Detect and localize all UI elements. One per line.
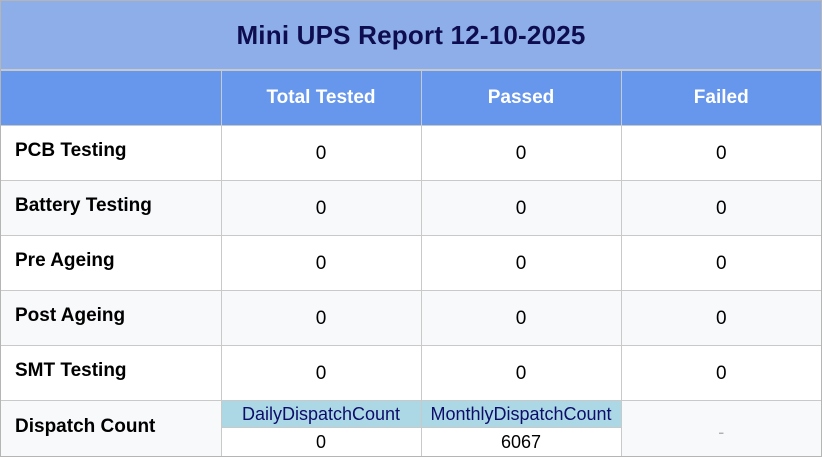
- total-tested-value: 0: [220, 345, 422, 401]
- passed-value: 0: [420, 235, 622, 291]
- total-tested-value: 0: [220, 125, 422, 181]
- total-tested-value: 0: [220, 180, 422, 236]
- daily-dispatch-cell: DailyDispatchCount 0: [220, 400, 422, 456]
- report-title-bar: Mini UPS Report 12-10-2025: [1, 1, 821, 70]
- header-failed: Failed: [620, 70, 821, 126]
- dispatch-row: Dispatch Count DailyDispatchCount 0 Mont…: [1, 400, 821, 456]
- table-row: PCB Testing 0 0 0: [1, 125, 821, 181]
- passed-value: 0: [420, 180, 622, 236]
- table-row: Battery Testing 0 0 0: [1, 180, 821, 236]
- total-tested-value: 0: [220, 235, 422, 291]
- failed-value: 0: [620, 290, 821, 346]
- report-title: Mini UPS Report 12-10-2025: [236, 19, 586, 50]
- failed-value: 0: [620, 345, 821, 401]
- failed-value: 0: [620, 180, 821, 236]
- daily-dispatch-header: DailyDispatchCount: [221, 401, 421, 427]
- failed-value: 0: [620, 125, 821, 181]
- ups-report: Mini UPS Report 12-10-2025 Total Tested …: [0, 0, 822, 457]
- monthly-dispatch-header: MonthlyDispatchCount: [421, 401, 621, 427]
- failed-value: 0: [620, 235, 821, 291]
- monthly-dispatch-cell: MonthlyDispatchCount 6067: [420, 400, 622, 456]
- monthly-dispatch-value: 6067: [421, 427, 621, 456]
- row-label: Post Ageing: [1, 290, 222, 346]
- table-row: Post Ageing 0 0 0: [1, 290, 821, 346]
- row-label: SMT Testing: [1, 345, 222, 401]
- table-row: Pre Ageing 0 0 0: [1, 235, 821, 291]
- passed-value: 0: [420, 125, 622, 181]
- row-label: PCB Testing: [1, 125, 222, 181]
- header-total-tested: Total Tested: [220, 70, 422, 126]
- dispatch-label: Dispatch Count: [1, 400, 222, 456]
- header-blank: [1, 70, 222, 126]
- header-passed: Passed: [420, 70, 622, 126]
- table-row: SMT Testing 0 0 0: [1, 345, 821, 401]
- daily-dispatch-value: 0: [221, 427, 421, 456]
- dispatch-failed-placeholder: -: [620, 400, 821, 456]
- passed-value: 0: [420, 345, 622, 401]
- row-label: Battery Testing: [1, 180, 222, 236]
- report-table: Total Tested Passed Failed PCB Testing 0…: [1, 70, 821, 456]
- passed-value: 0: [420, 290, 622, 346]
- header-row: Total Tested Passed Failed: [1, 70, 821, 126]
- total-tested-value: 0: [220, 290, 422, 346]
- row-label: Pre Ageing: [1, 235, 222, 291]
